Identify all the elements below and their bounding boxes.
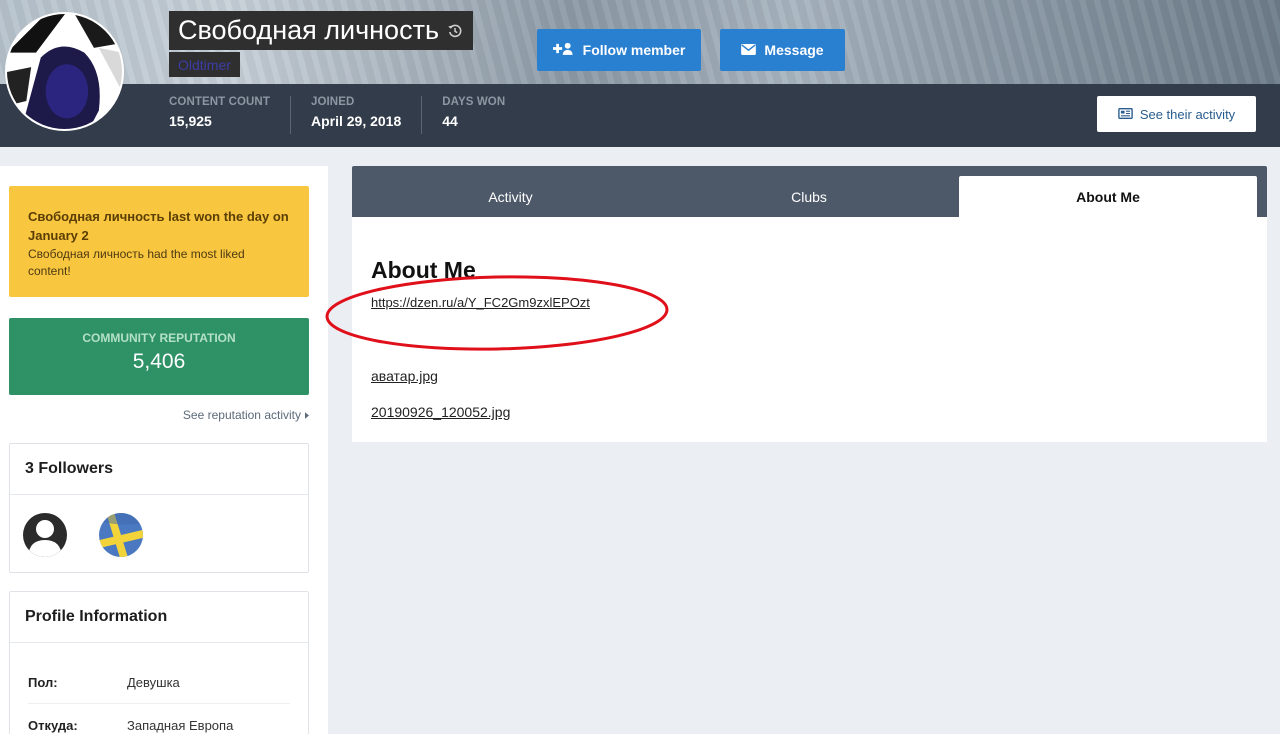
activity-stream-icon [1118, 107, 1133, 122]
caret-right-icon [305, 408, 309, 422]
profile-information-card: Profile Information Пол: Девушка Откуда:… [9, 591, 309, 734]
follow-member-button[interactable]: Follow member [537, 29, 701, 71]
see-reputation-activity-link[interactable]: See reputation activity [183, 408, 309, 422]
tab-clubs[interactable]: Clubs [659, 176, 959, 217]
follow-member-label: Follow member [582, 42, 686, 58]
reputation-label: COMMUNITY REPUTATION [82, 331, 236, 345]
stat-label: DAYS WON [442, 96, 506, 108]
message-label: Message [764, 42, 824, 58]
message-button[interactable]: Message [720, 29, 845, 71]
about-me-panel: About Me https://dzen.ru/a/Y_FC2Gm9zxlEP… [352, 217, 1267, 442]
profile-name-box: Свободная личность [169, 11, 474, 50]
day-won-title: Свободная личность last won the day on J… [28, 209, 289, 243]
tab-activity[interactable]: Activity [352, 176, 669, 217]
reputation-link-label: See reputation activity [182, 408, 301, 422]
attachment-link[interactable]: аватар.jpg [371, 368, 438, 384]
about-me-heading: About Me [371, 257, 476, 283]
stat-content-count: CONTENT COUNT 15,925 [169, 96, 291, 134]
profile-tabs: Activity Clubs About Me [352, 166, 1267, 217]
name-history-icon[interactable] [447, 23, 463, 39]
followers-card: 3 Followers [9, 443, 309, 573]
stat-label: JOINED [310, 96, 355, 108]
see-their-activity-button[interactable]: See their activity [1097, 96, 1256, 132]
profile-name: Свободная личность [178, 15, 440, 45]
reputation-value: 5,406 [132, 350, 186, 373]
profile-information-title: Profile Information [10, 592, 308, 643]
stat-value: 15,925 [169, 113, 212, 129]
stat-value: 44 [442, 113, 458, 129]
profile-avatar[interactable] [5, 12, 124, 131]
about-me-url-link[interactable]: https://dzen.ru/a/Y_FC2Gm9zxlEPOzt [371, 295, 590, 310]
member-group: Oldtimer [178, 56, 231, 73]
profile-field-label: Пол: [28, 675, 58, 690]
profile-field-row: Пол: Девушка [28, 662, 290, 704]
followers-title: 3 Followers [10, 444, 308, 495]
day-won-description: Свободная личность had the most liked co… [28, 247, 245, 278]
stat-joined: JOINED April 29, 2018 [310, 96, 423, 134]
stat-days-won: DAYS WON 44 [442, 96, 525, 134]
envelope-icon [741, 42, 757, 58]
day-won-box: Свободная личность last won the day on J… [9, 186, 309, 297]
profile-field-label: Откуда: [28, 717, 78, 733]
profile-field-value: Западная Европа [127, 717, 234, 733]
follower-avatar[interactable] [23, 513, 67, 557]
see-their-activity-label: See their activity [1139, 106, 1236, 122]
profile-field-row: Откуда: Западная Европа [28, 704, 290, 734]
profile-stats: CONTENT COUNT 15,925 JOINED April 29, 20… [169, 96, 545, 134]
follower-avatar[interactable] [99, 513, 143, 557]
profile-field-value: Девушка [127, 675, 180, 690]
tab-about-me[interactable]: About Me [959, 176, 1257, 217]
attachment-link[interactable]: 20190926_120052.jpg [371, 404, 510, 420]
add-user-icon [552, 42, 575, 58]
stat-label: CONTENT COUNT [169, 96, 270, 108]
member-group-box: Oldtimer [169, 52, 240, 77]
stat-value: April 29, 2018 [310, 113, 402, 129]
reputation-box: COMMUNITY REPUTATION 5,406 [9, 318, 309, 395]
